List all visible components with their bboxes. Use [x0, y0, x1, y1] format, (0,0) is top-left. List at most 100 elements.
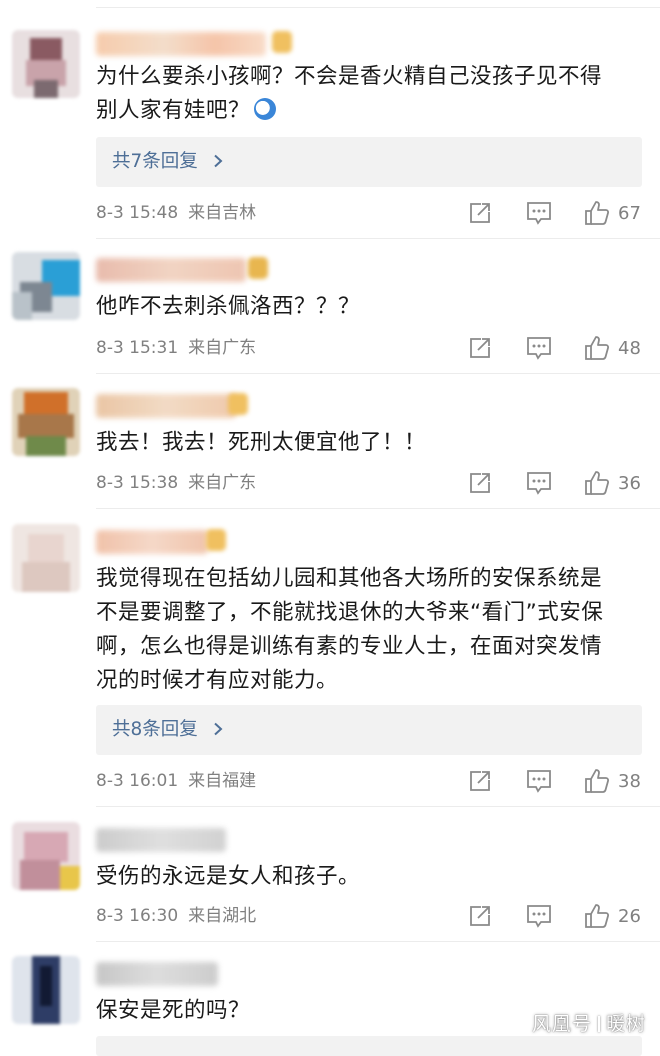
share-button[interactable] [468, 468, 492, 498]
like-count: 36 [618, 472, 641, 494]
username-blurred[interactable] [96, 962, 218, 986]
location: 来自吉林 [188, 203, 257, 223]
thumbs-up-icon [585, 201, 610, 225]
comment-text-line: 不是要调整了，不能就找退休的大爷来“看门”式安保 [96, 600, 604, 625]
comment-text-line: 为什么要杀小孩啊？不会是香火精自己没孩子见不得 [96, 64, 603, 89]
comment-icon [527, 905, 551, 928]
comment-button[interactable] [526, 468, 552, 498]
timestamp: 8-3 15:31 [96, 338, 179, 358]
location: 来自福建 [188, 771, 257, 791]
thumbs-up-icon [585, 904, 610, 928]
replies-count-label: 共8条回复 [112, 719, 198, 740]
replies-box [96, 1036, 642, 1056]
like-button[interactable]: 38 [584, 766, 641, 796]
timestamp: 8-3 16:30 [96, 906, 179, 926]
share-icon [470, 473, 490, 493]
comment-text-line: 况的时候才有应对能力。 [96, 668, 339, 693]
location: 来自广东 [188, 338, 257, 358]
timestamp: 8-3 16:01 [96, 771, 179, 791]
watermark-separator [597, 1016, 600, 1032]
comment-text: 受伤的永远是女人和孩子。 [96, 860, 636, 894]
username-blurred[interactable] [96, 394, 236, 418]
username-blurred[interactable] [96, 530, 208, 554]
like-button[interactable]: 67 [584, 198, 641, 228]
avatar[interactable] [12, 388, 80, 456]
like-count: 26 [618, 905, 641, 927]
comment-button[interactable] [526, 766, 552, 796]
divider [96, 238, 660, 239]
replies-box: 共7条回复 [96, 137, 642, 187]
comment-text: 他咋不去刺杀佩洛西？？？ [96, 290, 636, 324]
comment-button[interactable] [526, 901, 552, 931]
share-button[interactable] [468, 901, 492, 931]
user-badge-icon [248, 257, 268, 279]
username-blurred[interactable] [96, 258, 246, 282]
user-badge-icon [228, 393, 248, 415]
thumbs-up-icon [585, 471, 610, 495]
location: 来自湖北 [188, 906, 257, 926]
comment-meta: 8-3 16:01 来自福建 [96, 766, 256, 796]
comment-text-line: 他咋不去刺杀佩洛西？？？ [96, 294, 361, 319]
comment-meta: 8-3 15:38 来自广东 [96, 468, 256, 498]
timestamp: 8-3 15:48 [96, 203, 179, 223]
comment-text: 为什么要杀小孩啊？不会是香火精自己没孩子见不得 别人家有娃吧？ [96, 60, 636, 128]
thumbs-up-icon [585, 336, 610, 360]
share-icon [470, 338, 490, 358]
username-blurred[interactable] [96, 32, 266, 56]
comment-button[interactable] [526, 198, 552, 228]
share-button[interactable] [468, 333, 492, 363]
user-badge-icon [272, 31, 292, 53]
like-count: 48 [618, 337, 641, 359]
like-button[interactable]: 26 [584, 901, 641, 931]
location: 来自广东 [188, 473, 257, 493]
watermark: 风凰号 暖树 [532, 1009, 646, 1036]
comment-meta: 8-3 16:30 来自湖北 [96, 901, 256, 931]
comment-text-line: 我觉得现在包括幼儿园和其他各大场所的安保系统是 [96, 566, 603, 591]
thumbs-up-icon [585, 769, 610, 793]
watermark-source: 风凰号 [531, 1013, 592, 1035]
emoji-icon [254, 98, 277, 120]
comment-text-line: 啊，怎么也得是训练有素的专业人士，在面对突发情 [96, 634, 603, 659]
divider [96, 806, 660, 807]
timestamp: 8-3 15:38 [96, 473, 179, 493]
watermark-author: 暖树 [605, 1013, 646, 1035]
comment-button[interactable] [526, 333, 552, 363]
comment-icon [527, 472, 551, 495]
avatar[interactable] [12, 524, 80, 592]
divider [96, 941, 660, 942]
like-button[interactable]: 36 [584, 468, 641, 498]
comment-icon [527, 770, 551, 793]
comment-meta: 8-3 15:31 来自广东 [96, 333, 256, 363]
replies-box: 共8条回复 [96, 705, 642, 755]
share-button[interactable] [468, 766, 492, 796]
comment-text-line: 受伤的永远是女人和孩子。 [96, 864, 361, 889]
comment-icon [527, 337, 551, 360]
comment-text: 我去！我去！死刑太便宜他了！！ [96, 426, 636, 460]
divider [96, 508, 660, 509]
avatar[interactable] [12, 822, 80, 890]
comment-meta: 8-3 15:48 来自吉林 [96, 198, 256, 228]
username-blurred[interactable] [96, 828, 226, 852]
comment-text: 我觉得现在包括幼儿园和其他各大场所的安保系统是 不是要调整了，不能就找退休的大爷… [96, 562, 636, 698]
divider [96, 373, 660, 374]
view-replies-link[interactable]: 共7条回复 [112, 137, 224, 187]
like-button[interactable]: 48 [584, 333, 641, 363]
replies-count-label: 共7条回复 [112, 151, 198, 172]
chevron-right-icon [213, 154, 223, 168]
user-badge-icon [206, 529, 226, 551]
share-button[interactable] [468, 198, 492, 228]
avatar[interactable] [12, 30, 80, 98]
comment-text-line: 我去！我去！死刑太便宜他了！！ [96, 430, 427, 455]
chevron-right-icon [213, 722, 223, 736]
share-icon [470, 771, 490, 791]
view-replies-link[interactable]: 共8条回复 [112, 705, 224, 755]
share-icon [470, 906, 490, 926]
like-count: 67 [618, 202, 641, 224]
avatar[interactable] [12, 252, 80, 320]
top-divider [96, 7, 660, 8]
like-count: 38 [618, 770, 641, 792]
avatar[interactable] [12, 956, 80, 1024]
comment-icon [527, 202, 551, 225]
share-icon [470, 203, 490, 223]
comment-text-line: 别人家有娃吧？ [96, 98, 251, 123]
